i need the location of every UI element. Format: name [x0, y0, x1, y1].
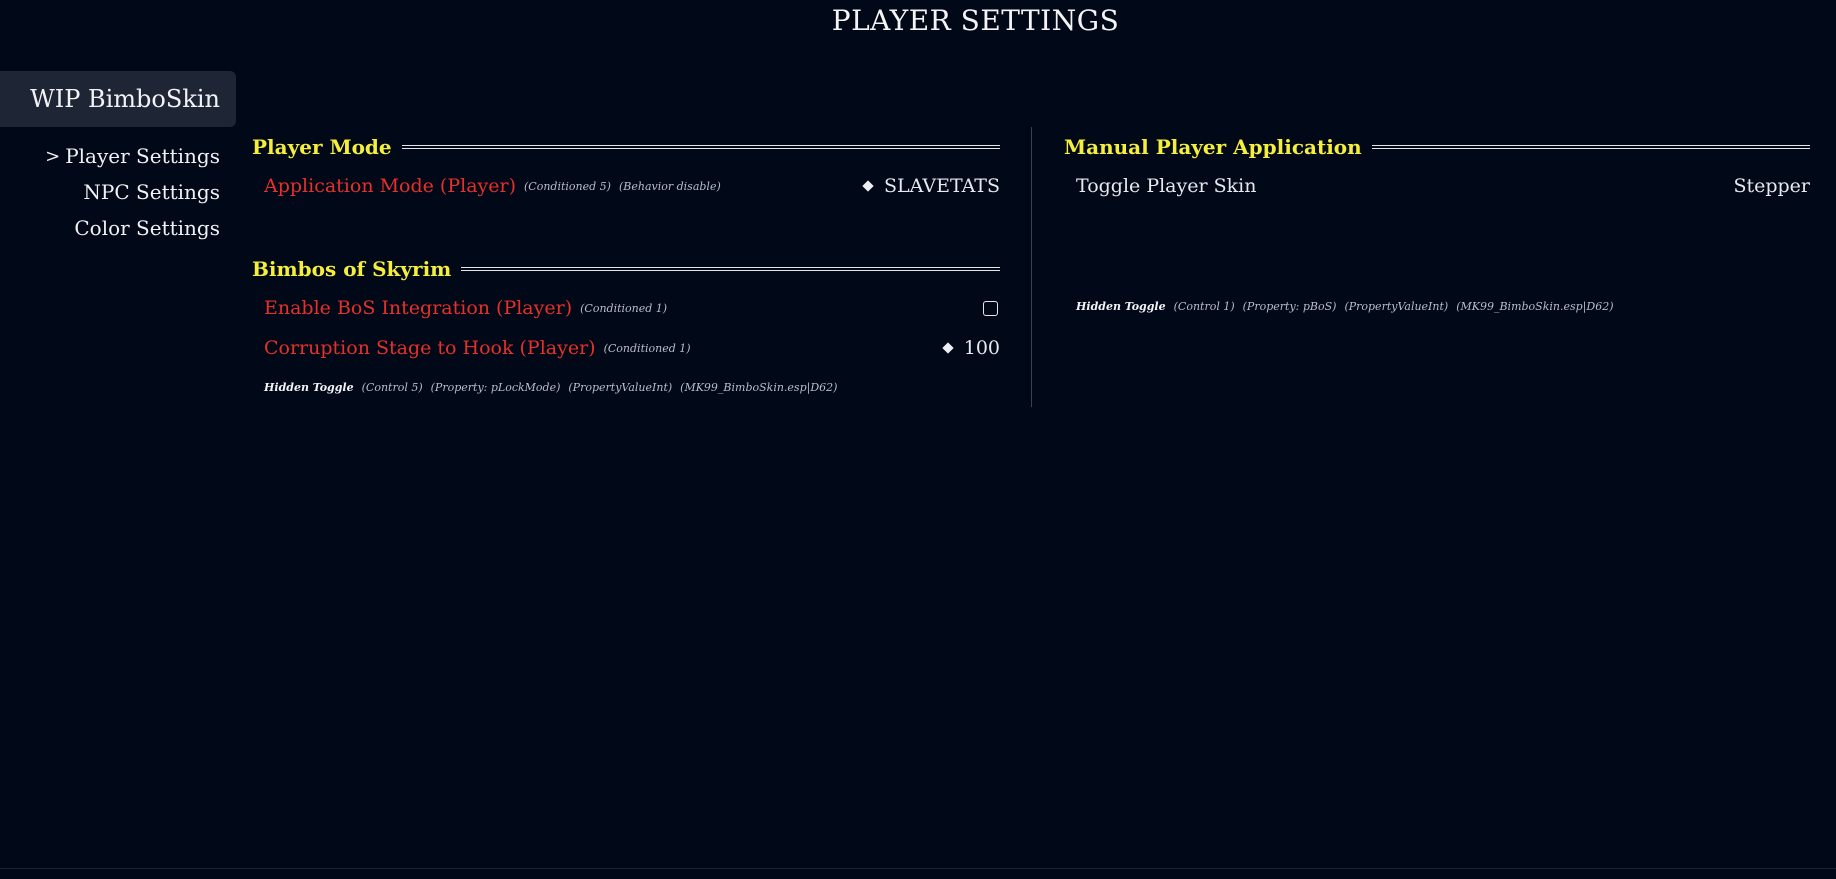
mcm-page: PLAYER SETTINGS WIP BimboSkin > Player S… — [0, 0, 1836, 879]
right-column: Manual Player Application Toggle Player … — [1064, 128, 1810, 325]
option-tag: (Conditioned 1) — [580, 301, 668, 315]
nav-item-color-settings[interactable]: Color Settings — [0, 210, 220, 246]
hidden-toggle-title: Hidden Toggle — [264, 380, 354, 394]
chevron-right-icon: > — [45, 145, 61, 167]
nav-item-label: Color Settings — [74, 216, 220, 240]
option-tag: (Conditioned 5) — [524, 179, 611, 193]
diamond-icon — [942, 342, 954, 354]
option-value: 100 — [942, 337, 1000, 359]
page-nav: > Player Settings NPC Settings Color Set… — [0, 138, 220, 246]
section-divider — [1371, 145, 1810, 149]
option-toggle-player-skin[interactable]: Toggle Player Skin Stepper — [1064, 166, 1810, 206]
option-tag: (Conditioned 1) — [603, 341, 691, 355]
hidden-toggle-meta: (PropertyValueInt) — [568, 380, 673, 394]
hidden-toggle-info: Hidden Toggle (Control 1) (Property: pBo… — [1064, 287, 1810, 325]
option-label: Toggle Player Skin — [1076, 175, 1257, 197]
hidden-toggle-meta: (Control 5) — [361, 380, 423, 394]
section-divider — [461, 267, 1000, 271]
menu-value-text: SLAVETATS — [883, 175, 1000, 197]
left-column: Player Mode Application Mode (Player) (C… — [252, 128, 1000, 406]
hidden-toggle-meta: (MK99_BimboSkin.esp|D62) — [1456, 299, 1614, 313]
column-divider — [1031, 127, 1032, 407]
hidden-toggle-meta: (MK99_BimboSkin.esp|D62) — [680, 380, 838, 394]
option-label: Corruption Stage to Hook (Player) — [264, 337, 596, 359]
option-value: Stepper — [1733, 175, 1810, 197]
option-value: SLAVETATS — [862, 175, 1000, 197]
hidden-toggle-meta: (Property: pBoS) — [1242, 299, 1337, 313]
section-title: Player Mode — [252, 135, 392, 159]
nav-item-label: Player Settings — [65, 144, 220, 168]
section-title: Manual Player Application — [1064, 135, 1362, 159]
nav-item-npc-settings[interactable]: NPC Settings — [0, 174, 220, 210]
nav-item-label: NPC Settings — [83, 180, 220, 204]
hidden-toggle-meta: (Property: pLockMode) — [430, 380, 561, 394]
enable-bos-checkbox[interactable] — [983, 300, 998, 316]
section-player-mode: Player Mode — [252, 128, 1000, 166]
option-label: Enable BoS Integration (Player) — [264, 297, 573, 319]
option-corruption-stage[interactable]: Corruption Stage to Hook (Player) (Condi… — [252, 328, 1000, 368]
hidden-toggle-info: Hidden Toggle (Control 5) (Property: pLo… — [252, 368, 1000, 406]
hidden-toggle-meta: (Control 1) — [1173, 299, 1235, 313]
hidden-toggle-meta: (PropertyValueInt) — [1344, 299, 1449, 313]
option-enable-bos-integration[interactable]: Enable BoS Integration (Player) (Conditi… — [252, 288, 1000, 328]
section-divider — [401, 145, 1000, 149]
page-title: PLAYER SETTINGS — [831, 4, 1120, 37]
option-label: Application Mode (Player) — [264, 175, 517, 197]
mod-tab-wip-bimboskin[interactable]: WIP BimboSkin — [0, 71, 236, 127]
option-tag: (Behavior disable) — [618, 179, 721, 193]
section-manual-player-application: Manual Player Application — [1064, 128, 1810, 166]
nav-item-player-settings[interactable]: > Player Settings — [0, 138, 220, 174]
bottom-rule — [0, 868, 1836, 869]
section-title: Bimbos of Skyrim — [252, 257, 452, 281]
section-bimbos-of-skyrim: Bimbos of Skyrim — [252, 250, 1000, 288]
slider-value-text: 100 — [963, 337, 1000, 359]
option-application-mode[interactable]: Application Mode (Player) (Conditioned 5… — [252, 166, 1000, 206]
hidden-toggle-title: Hidden Toggle — [1076, 299, 1166, 313]
diamond-icon — [862, 180, 874, 192]
